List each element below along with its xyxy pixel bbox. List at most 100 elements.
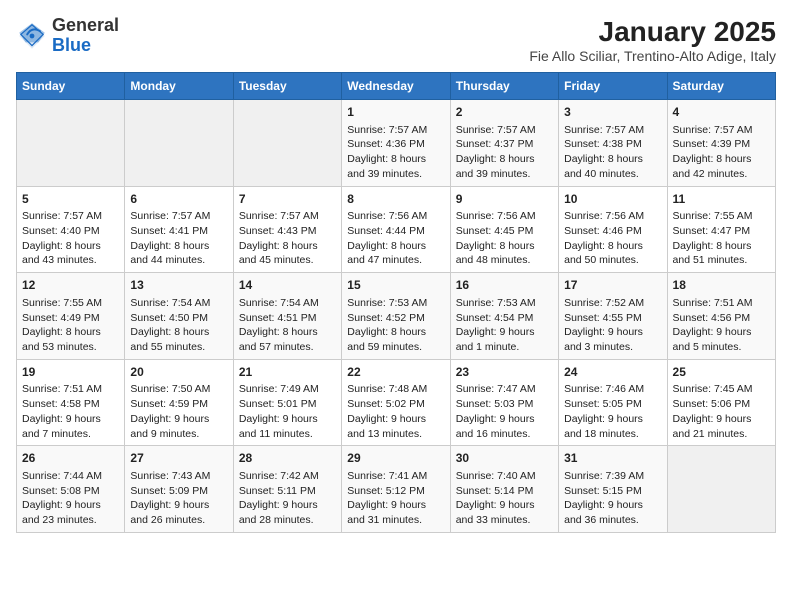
day-number: 27 — [130, 450, 227, 467]
calendar-cell: 8Sunrise: 7:56 AMSunset: 4:44 PMDaylight… — [342, 186, 450, 273]
day-info: and 50 minutes. — [564, 253, 661, 268]
calendar-cell: 1Sunrise: 7:57 AMSunset: 4:36 PMDaylight… — [342, 100, 450, 187]
day-number: 30 — [456, 450, 553, 467]
day-info: Sunset: 5:12 PM — [347, 484, 444, 499]
calendar-body: 1Sunrise: 7:57 AMSunset: 4:36 PMDaylight… — [17, 100, 776, 533]
day-info: and 45 minutes. — [239, 253, 336, 268]
day-info: Daylight: 9 hours — [347, 412, 444, 427]
calendar-cell: 11Sunrise: 7:55 AMSunset: 4:47 PMDayligh… — [667, 186, 775, 273]
day-number: 5 — [22, 191, 119, 208]
logo-icon — [16, 20, 48, 52]
calendar-cell: 12Sunrise: 7:55 AMSunset: 4:49 PMDayligh… — [17, 273, 125, 360]
day-info: Sunset: 5:01 PM — [239, 397, 336, 412]
day-info: Daylight: 8 hours — [456, 152, 553, 167]
day-info: Sunset: 4:56 PM — [673, 311, 770, 326]
day-info: Sunset: 4:37 PM — [456, 137, 553, 152]
logo-blue: Blue — [52, 35, 91, 55]
day-info: Daylight: 8 hours — [673, 152, 770, 167]
calendar-cell: 18Sunrise: 7:51 AMSunset: 4:56 PMDayligh… — [667, 273, 775, 360]
day-info: Sunrise: 7:56 AM — [564, 209, 661, 224]
day-info: Daylight: 9 hours — [564, 412, 661, 427]
day-info: Daylight: 9 hours — [456, 498, 553, 513]
calendar-cell — [233, 100, 341, 187]
day-info: Daylight: 9 hours — [673, 412, 770, 427]
calendar-cell — [667, 446, 775, 533]
day-info: and 55 minutes. — [130, 340, 227, 355]
calendar-cell: 29Sunrise: 7:41 AMSunset: 5:12 PMDayligh… — [342, 446, 450, 533]
title-block: January 2025 Fie Allo Sciliar, Trentino-… — [529, 16, 776, 64]
day-info: Sunset: 4:36 PM — [347, 137, 444, 152]
day-number: 11 — [673, 191, 770, 208]
day-info: and 36 minutes. — [564, 513, 661, 528]
header-day-sunday: Sunday — [17, 73, 125, 100]
calendar-cell — [125, 100, 233, 187]
calendar-cell: 14Sunrise: 7:54 AMSunset: 4:51 PMDayligh… — [233, 273, 341, 360]
day-info: Daylight: 9 hours — [347, 498, 444, 513]
calendar-cell: 31Sunrise: 7:39 AMSunset: 5:15 PMDayligh… — [559, 446, 667, 533]
day-number: 13 — [130, 277, 227, 294]
day-info: and 9 minutes. — [130, 427, 227, 442]
day-info: Sunset: 4:55 PM — [564, 311, 661, 326]
day-info: Sunset: 5:02 PM — [347, 397, 444, 412]
day-number: 9 — [456, 191, 553, 208]
logo-text: General Blue — [52, 16, 119, 56]
calendar-cell: 10Sunrise: 7:56 AMSunset: 4:46 PMDayligh… — [559, 186, 667, 273]
calendar-cell: 7Sunrise: 7:57 AMSunset: 4:43 PMDaylight… — [233, 186, 341, 273]
page-subtitle: Fie Allo Sciliar, Trentino-Alto Adige, I… — [529, 48, 776, 64]
day-info: Daylight: 8 hours — [347, 239, 444, 254]
day-info: Sunrise: 7:47 AM — [456, 382, 553, 397]
day-info: Sunset: 5:15 PM — [564, 484, 661, 499]
day-info: Daylight: 9 hours — [673, 325, 770, 340]
day-info: Sunrise: 7:53 AM — [347, 296, 444, 311]
day-info: Sunrise: 7:40 AM — [456, 469, 553, 484]
day-info: Sunrise: 7:46 AM — [564, 382, 661, 397]
day-info: Sunset: 4:41 PM — [130, 224, 227, 239]
day-info: Sunset: 5:11 PM — [239, 484, 336, 499]
calendar-cell: 6Sunrise: 7:57 AMSunset: 4:41 PMDaylight… — [125, 186, 233, 273]
day-number: 12 — [22, 277, 119, 294]
day-info: Sunrise: 7:57 AM — [456, 123, 553, 138]
calendar-cell: 25Sunrise: 7:45 AMSunset: 5:06 PMDayligh… — [667, 359, 775, 446]
day-info: Daylight: 9 hours — [239, 412, 336, 427]
day-number: 15 — [347, 277, 444, 294]
day-number: 6 — [130, 191, 227, 208]
header-day-wednesday: Wednesday — [342, 73, 450, 100]
day-info: Sunrise: 7:39 AM — [564, 469, 661, 484]
calendar-cell: 27Sunrise: 7:43 AMSunset: 5:09 PMDayligh… — [125, 446, 233, 533]
day-info: and 11 minutes. — [239, 427, 336, 442]
day-info: Sunrise: 7:57 AM — [239, 209, 336, 224]
day-info: and 28 minutes. — [239, 513, 336, 528]
calendar-cell: 13Sunrise: 7:54 AMSunset: 4:50 PMDayligh… — [125, 273, 233, 360]
day-info: and 42 minutes. — [673, 167, 770, 182]
day-info: Sunset: 4:45 PM — [456, 224, 553, 239]
day-info: Sunrise: 7:57 AM — [673, 123, 770, 138]
day-info: Sunrise: 7:55 AM — [22, 296, 119, 311]
day-info: Sunrise: 7:55 AM — [673, 209, 770, 224]
day-info: Sunset: 4:46 PM — [564, 224, 661, 239]
day-info: Daylight: 8 hours — [22, 325, 119, 340]
day-info: and 21 minutes. — [673, 427, 770, 442]
day-info: and 33 minutes. — [456, 513, 553, 528]
day-info: Sunset: 5:09 PM — [130, 484, 227, 499]
day-info: and 40 minutes. — [564, 167, 661, 182]
calendar-week-4: 19Sunrise: 7:51 AMSunset: 4:58 PMDayligh… — [17, 359, 776, 446]
day-info: Daylight: 9 hours — [130, 498, 227, 513]
day-number: 16 — [456, 277, 553, 294]
day-info: and 13 minutes. — [347, 427, 444, 442]
day-info: and 39 minutes. — [456, 167, 553, 182]
day-info: Sunset: 5:05 PM — [564, 397, 661, 412]
calendar-cell: 3Sunrise: 7:57 AMSunset: 4:38 PMDaylight… — [559, 100, 667, 187]
day-info: Daylight: 8 hours — [130, 239, 227, 254]
day-info: Sunset: 5:08 PM — [22, 484, 119, 499]
calendar-cell: 4Sunrise: 7:57 AMSunset: 4:39 PMDaylight… — [667, 100, 775, 187]
header-day-saturday: Saturday — [667, 73, 775, 100]
calendar-cell: 5Sunrise: 7:57 AMSunset: 4:40 PMDaylight… — [17, 186, 125, 273]
day-info: Sunset: 5:03 PM — [456, 397, 553, 412]
day-number: 19 — [22, 364, 119, 381]
calendar-cell: 2Sunrise: 7:57 AMSunset: 4:37 PMDaylight… — [450, 100, 558, 187]
day-number: 1 — [347, 104, 444, 121]
day-info: Sunrise: 7:54 AM — [239, 296, 336, 311]
day-info: Sunrise: 7:57 AM — [347, 123, 444, 138]
calendar-week-3: 12Sunrise: 7:55 AMSunset: 4:49 PMDayligh… — [17, 273, 776, 360]
day-info: Sunrise: 7:56 AM — [347, 209, 444, 224]
